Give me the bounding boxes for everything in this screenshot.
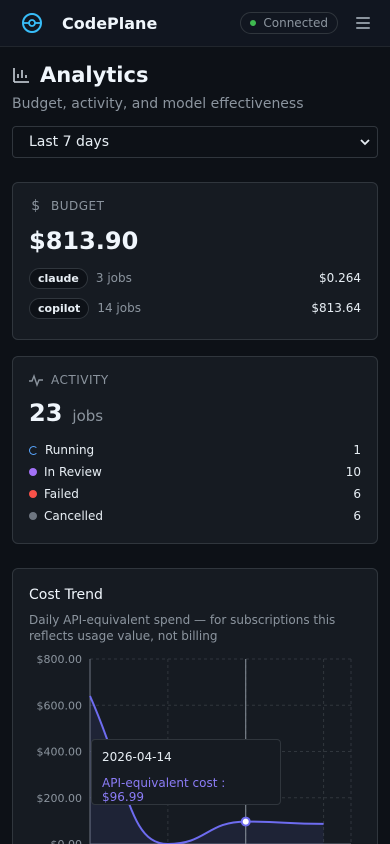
budget-card: $ BUDGET $813.90 claude 3 jobs $0.264 co…: [12, 182, 378, 340]
connection-status-badge: Connected: [240, 12, 338, 34]
y-tick-label: $0.00: [51, 838, 83, 844]
page-title: Analytics: [40, 63, 149, 87]
date-range-value: Last 7 days: [29, 134, 110, 150]
status-count: 1: [353, 443, 361, 457]
activity-total: 23: [29, 399, 63, 427]
status-count: 10: [345, 465, 361, 479]
brand-name[interactable]: CodePlane: [62, 14, 240, 33]
status-row-in-review: In Review 10: [29, 461, 361, 483]
activity-label: ACTIVITY: [51, 373, 109, 387]
status-list: Running 1 In Review 10 Failed 6 Cancelle…: [29, 439, 361, 527]
chevron-down-icon: [360, 139, 370, 146]
connection-status-text: Connected: [263, 16, 328, 30]
bar-chart-icon: [13, 68, 29, 83]
activity-pulse-icon: [29, 373, 43, 387]
tooltip-value: API-equivalent cost : $96.99: [102, 776, 226, 804]
top-bar: CodePlane Connected: [0, 0, 390, 47]
status-row-failed: Failed 6: [29, 483, 361, 505]
chart-tooltip: 2026-04-14 API-equivalent cost : $96.99: [91, 739, 281, 805]
spinner-icon: [29, 445, 38, 455]
model-row: copilot 14 jobs $813.64: [29, 297, 361, 319]
active-data-point: [240, 816, 251, 827]
status-count: 6: [353, 509, 361, 523]
budget-label: BUDGET: [51, 199, 105, 213]
status-label: Failed: [44, 487, 79, 501]
status-row-cancelled: Cancelled 6: [29, 505, 361, 527]
page-header: Analytics Budget, activity, and model ef…: [0, 47, 390, 112]
status-count: 6: [353, 487, 361, 501]
model-jobs: 14 jobs: [97, 301, 141, 315]
budget-total: $813.90: [29, 227, 139, 255]
tooltip-date: 2026-04-14: [102, 750, 172, 764]
activity-card: ACTIVITY 23 jobs Running 1 In Review 10 …: [12, 356, 378, 544]
status-label: Cancelled: [44, 509, 103, 523]
status-dot-icon: [250, 20, 257, 26]
status-label: Running: [45, 443, 95, 457]
y-tick-label: $800.00: [37, 653, 83, 666]
y-tick-label: $600.00: [37, 699, 83, 712]
trend-title: Cost Trend: [29, 587, 103, 603]
cost-trend-card: Cost Trend Daily API-equivalent spend — …: [12, 568, 378, 844]
model-badge: copilot: [29, 297, 90, 319]
activity-unit: jobs: [72, 407, 104, 425]
trend-subtitle: Daily API-equivalent spend — for subscri…: [29, 613, 336, 643]
codeplane-logo-icon[interactable]: [20, 11, 44, 35]
page-subtitle: Budget, activity, and model effectivenes…: [12, 96, 304, 112]
status-dot-icon: [29, 468, 37, 476]
y-tick-label: $200.00: [37, 792, 83, 805]
status-dot-icon: [29, 512, 37, 520]
status-row-running: Running 1: [29, 439, 361, 461]
status-dot-icon: [29, 490, 37, 498]
model-cost: $813.64: [311, 301, 361, 315]
model-cost: $0.264: [319, 271, 361, 285]
hamburger-icon[interactable]: [356, 17, 370, 29]
status-label: In Review: [44, 465, 102, 479]
y-tick-label: $400.00: [37, 746, 83, 759]
model-jobs: 3 jobs: [95, 271, 132, 285]
model-badge: claude: [29, 267, 88, 289]
date-range-select[interactable]: Last 7 days: [12, 126, 378, 158]
dollar-icon: $: [31, 198, 41, 214]
model-row: claude 3 jobs $0.264: [29, 267, 361, 289]
